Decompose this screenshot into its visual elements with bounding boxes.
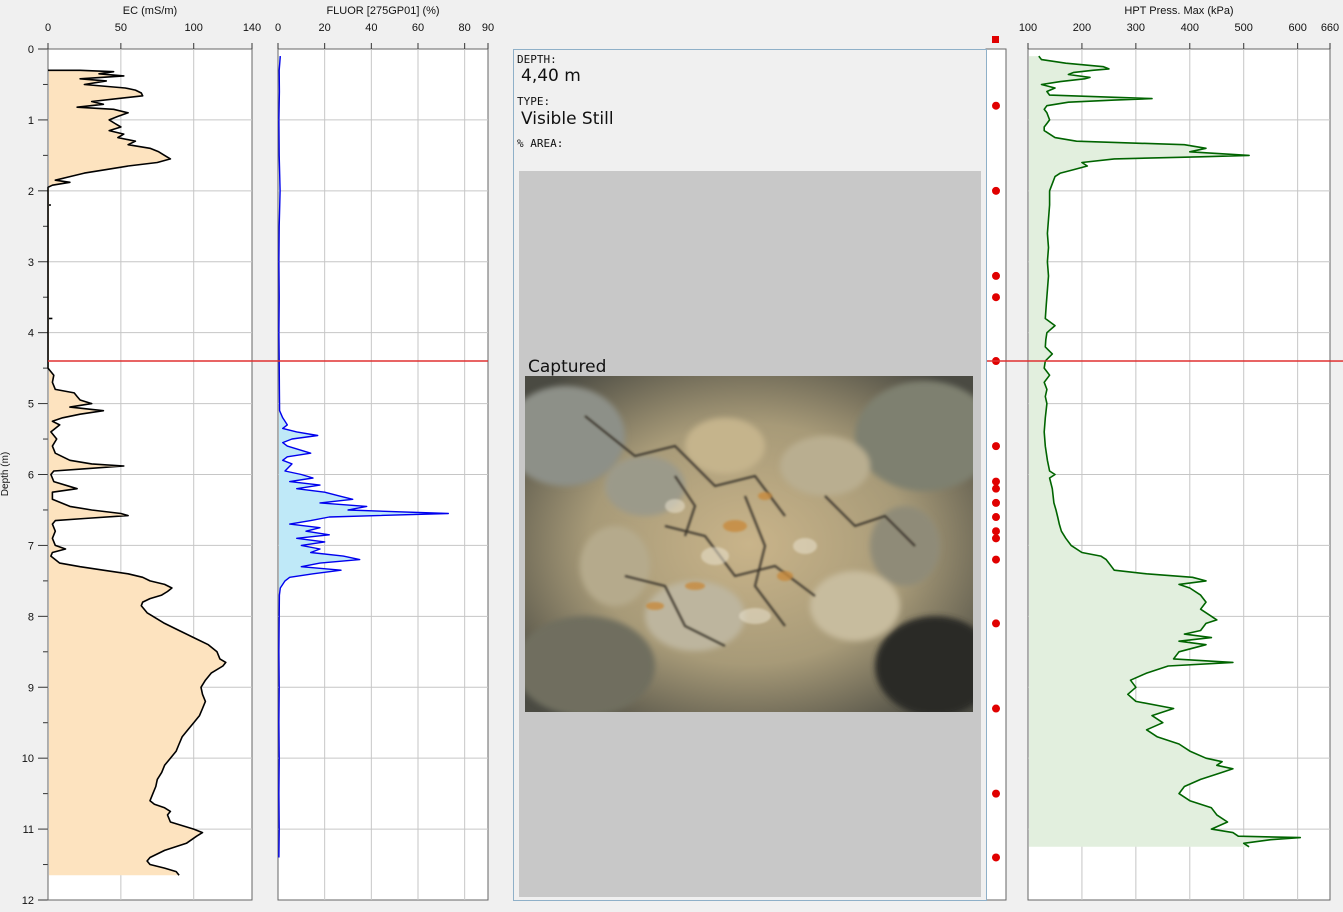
- track-title: FLUOR [275GP01] (%): [326, 5, 439, 17]
- image-marker[interactable]: [992, 101, 1000, 110]
- x-tick-label: 660: [1321, 22, 1339, 34]
- fluor-track[interactable]: 0 20 40 60 80 90 FLUOR [275GP01] (%): [275, 5, 494, 901]
- x-tick-label: 600: [1288, 22, 1306, 34]
- x-tick-label: 100: [1019, 22, 1037, 34]
- depth-tick-label: 9: [28, 682, 34, 694]
- x-tick-label: 300: [1127, 22, 1145, 34]
- image-marker-column: [985, 36, 1007, 901]
- captured-label: Captured: [528, 357, 607, 377]
- image-marker[interactable]: [992, 477, 1000, 486]
- hpt-track[interactable]: 100 200 300 400 500 600 660 HPT Press. Max (kPa…: [1019, 5, 1339, 901]
- x-tick-label: 0: [275, 22, 281, 34]
- depth-tick-label: 5: [28, 399, 34, 411]
- image-marker[interactable]: [992, 704, 1000, 713]
- image-marker[interactable]: [992, 527, 1000, 536]
- image-marker[interactable]: [992, 293, 1000, 302]
- x-tick-label: 140: [243, 22, 261, 34]
- depth-axis-label: Depth (m): [0, 452, 11, 496]
- depth-tick-label: 12: [22, 895, 34, 907]
- x-tick-label: 90: [482, 22, 494, 34]
- x-tick-label: 500: [1235, 22, 1253, 34]
- image-marker[interactable]: [992, 498, 1000, 507]
- depth-tick-label: 3: [28, 257, 34, 269]
- x-tick-label: 50: [115, 22, 127, 34]
- depth-label: DEPTH:: [517, 53, 557, 66]
- image-marker[interactable]: [992, 442, 1000, 451]
- x-tick-label: 0: [45, 22, 51, 34]
- image-marker[interactable]: [992, 853, 1000, 862]
- depth-tick-label: 6: [28, 470, 34, 482]
- type-value: Visible Still: [521, 109, 614, 129]
- depth-axis: 0123456789101112: [22, 44, 48, 907]
- track-title: HPT Press. Max (kPa): [1124, 5, 1233, 17]
- image-marker[interactable]: [992, 271, 1000, 280]
- image-marker[interactable]: [992, 619, 1000, 628]
- marker-column-frame: [985, 48, 1007, 901]
- image-marker[interactable]: [992, 789, 1000, 798]
- image-viewer: DEPTH: 4,40 m TYPE: Visible Still % AREA…: [513, 49, 987, 901]
- depth-tick-label: 10: [22, 753, 34, 765]
- area-label: % AREA:: [517, 137, 564, 150]
- depth-tick-label: 1: [28, 115, 34, 127]
- depth-tick-label: 8: [28, 611, 34, 623]
- marker-legend-square: [992, 36, 999, 43]
- x-tick-label: 40: [365, 22, 377, 34]
- x-tick-label: 80: [459, 22, 471, 34]
- depth-tick-label: 11: [23, 824, 34, 836]
- image-marker[interactable]: [992, 513, 1000, 522]
- type-label: TYPE:: [517, 95, 551, 108]
- image-marker[interactable]: [992, 534, 1000, 543]
- x-tick-label: 400: [1181, 22, 1199, 34]
- depth-tick-label: 0: [28, 44, 34, 56]
- track-title: EC (mS/m): [123, 5, 177, 17]
- depth-tick-label: 2: [28, 186, 34, 198]
- captured-soil-image[interactable]: [525, 376, 973, 712]
- x-tick-label: 100: [185, 22, 203, 34]
- depth-tick-label: 4: [28, 328, 34, 340]
- x-tick-label: 200: [1073, 22, 1091, 34]
- image-marker[interactable]: [992, 484, 1000, 493]
- ec-track[interactable]: 0 50 100 140 EC (mS/m): [45, 5, 261, 901]
- image-marker[interactable]: [992, 555, 1000, 564]
- depth-value: 4,40 m: [521, 66, 581, 86]
- depth-tick-label: 7: [28, 540, 34, 552]
- x-tick-label: 60: [412, 22, 424, 34]
- image-marker[interactable]: [992, 186, 1000, 195]
- x-tick-label: 20: [319, 22, 331, 34]
